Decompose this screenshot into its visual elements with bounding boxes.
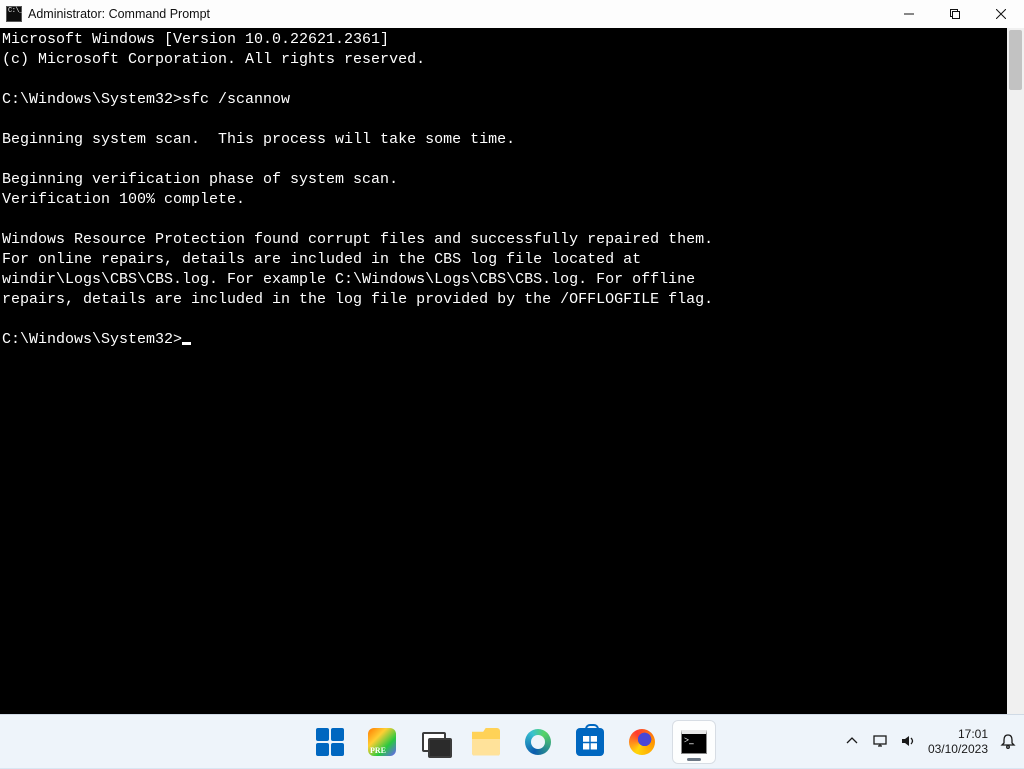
volume-icon[interactable] xyxy=(900,733,916,752)
store-icon xyxy=(576,728,604,756)
firefox-icon xyxy=(629,729,655,755)
task-view-icon xyxy=(420,728,448,756)
firefox-button[interactable] xyxy=(620,720,664,764)
window-title: Administrator: Command Prompt xyxy=(28,7,210,21)
start-button[interactable] xyxy=(308,720,352,764)
cmd-app-icon xyxy=(6,6,22,22)
minimize-button[interactable] xyxy=(886,0,932,28)
taskbar-date: 03/10/2023 xyxy=(928,742,988,757)
folder-icon xyxy=(472,728,500,756)
task-view-button[interactable] xyxy=(412,720,456,764)
cmd-icon xyxy=(681,730,707,754)
taskbar: 17:01 03/10/2023 xyxy=(0,714,1024,768)
tray-overflow-button[interactable] xyxy=(844,733,860,752)
network-icon[interactable] xyxy=(872,733,888,752)
system-tray: 17:01 03/10/2023 xyxy=(844,715,1016,769)
pre-app-icon xyxy=(368,728,396,756)
edge-button[interactable] xyxy=(516,720,560,764)
microsoft-store-button[interactable] xyxy=(568,720,612,764)
file-explorer-button[interactable] xyxy=(464,720,508,764)
console-output[interactable]: Microsoft Windows [Version 10.0.22621.23… xyxy=(0,28,1004,714)
edge-icon xyxy=(525,729,551,755)
titlebar[interactable]: Administrator: Command Prompt xyxy=(0,0,1024,28)
text-cursor xyxy=(182,342,191,345)
vertical-scrollbar[interactable] xyxy=(1007,28,1024,714)
taskbar-clock[interactable]: 17:01 03/10/2023 xyxy=(928,727,988,757)
close-button[interactable] xyxy=(978,0,1024,28)
notifications-button[interactable] xyxy=(1000,733,1016,752)
command-prompt-taskbar-button[interactable] xyxy=(672,720,716,764)
console-area: Microsoft Windows [Version 10.0.22621.23… xyxy=(0,28,1024,714)
taskbar-center-group xyxy=(308,720,716,764)
windows-start-icon xyxy=(316,728,344,756)
taskbar-app-pre[interactable] xyxy=(360,720,404,764)
taskbar-time: 17:01 xyxy=(928,727,988,742)
command-prompt-window: Administrator: Command Prompt Microsoft … xyxy=(0,0,1024,714)
maximize-button[interactable] xyxy=(932,0,978,28)
scrollbar-thumb[interactable] xyxy=(1009,30,1022,90)
